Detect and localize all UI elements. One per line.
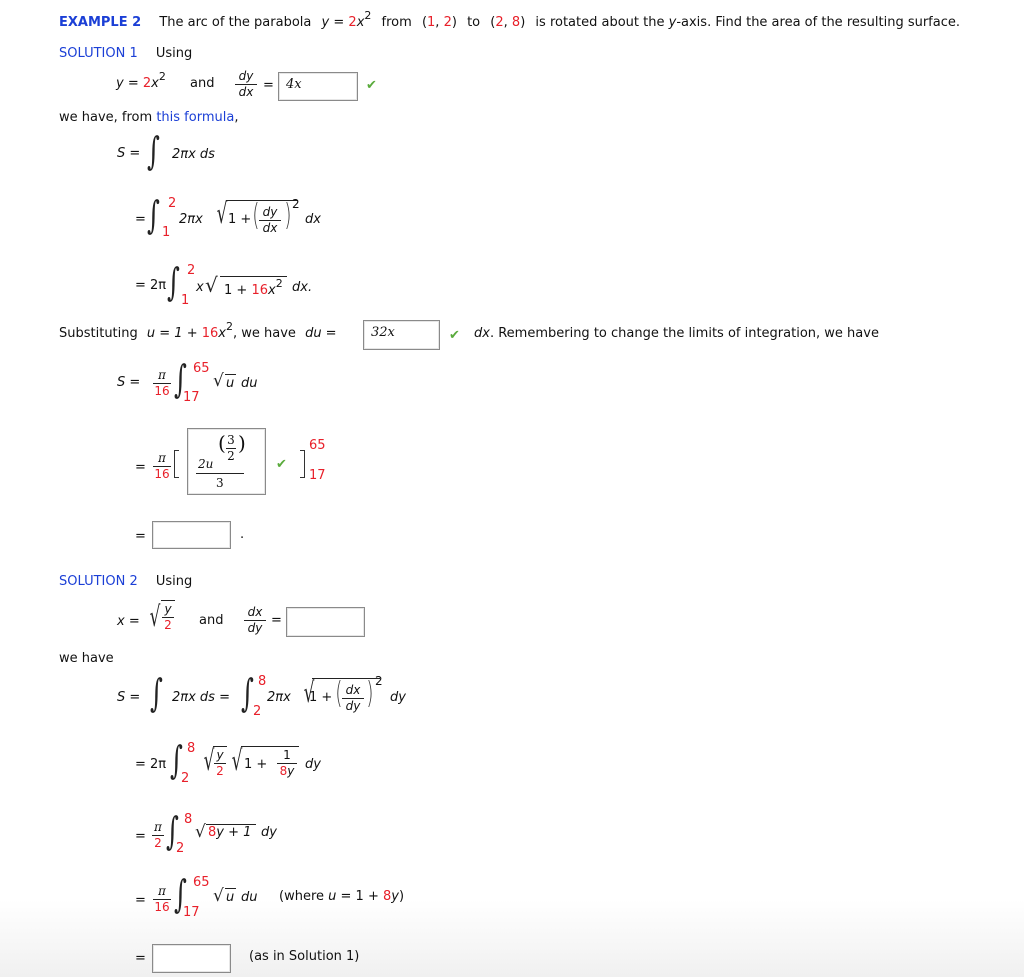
pi-over-16: π 16 [153, 368, 171, 398]
integral-sign: ∫ [147, 193, 160, 237]
problem-statement: EXAMPLE 2 The arc of the parabola y = 2x… [59, 9, 961, 30]
dydx-fraction: dy dx [259, 206, 281, 235]
du-answer-input[interactable]: 32x [363, 320, 440, 350]
pi-over-16: π 16 [153, 451, 171, 481]
s1-dydx-fraction: dy dx [235, 70, 257, 99]
dydx-correct-check-icon: ✔ [366, 78, 377, 93]
integral-sign: ∫ [167, 260, 180, 304]
right-bracket [300, 450, 305, 478]
solution-1-heading: SOLUTION 1 Using [59, 46, 193, 61]
s1-we-have: we have, from this formula, [59, 110, 239, 125]
dydx-answer-input[interactable]: 4x [278, 72, 358, 101]
dxdy-fraction: dx dy [244, 606, 266, 635]
antiderivative-correct-check-icon: ✔ [276, 457, 287, 472]
antiderivative-answer-input[interactable]: ( 32 ) 2u 3 [187, 428, 266, 495]
s1-given-y: y = 2x2 [116, 70, 166, 91]
s1-substitution-text: Substituting u = 1 + 16x2, we have du = [59, 320, 337, 341]
lower-limit: 1 [162, 225, 171, 240]
integral-sign: ∫ [147, 129, 160, 173]
substitution-note: (where u = 1 + 8y) [279, 889, 405, 904]
final-answer-input-1[interactable] [152, 521, 231, 549]
formula-link[interactable]: this formula [156, 110, 234, 125]
sqrt-sign: √ [216, 197, 228, 230]
solution-1-label: SOLUTION 1 [59, 46, 138, 61]
left-bracket [174, 450, 179, 478]
final-answer-input-2[interactable] [152, 944, 231, 973]
sqrt-sign: √ [205, 273, 218, 297]
solution-2-heading: SOLUTION 2 Using [59, 574, 193, 589]
upper-limit: 2 [168, 196, 177, 211]
example-label: EXAMPLE 2 [59, 15, 142, 30]
dxdy-answer-input[interactable] [286, 607, 365, 637]
solution-2-label: SOLUTION 2 [59, 574, 138, 589]
s1-and: and [190, 76, 215, 91]
du-correct-check-icon: ✔ [449, 328, 460, 343]
s1-line1: S = [117, 146, 141, 161]
